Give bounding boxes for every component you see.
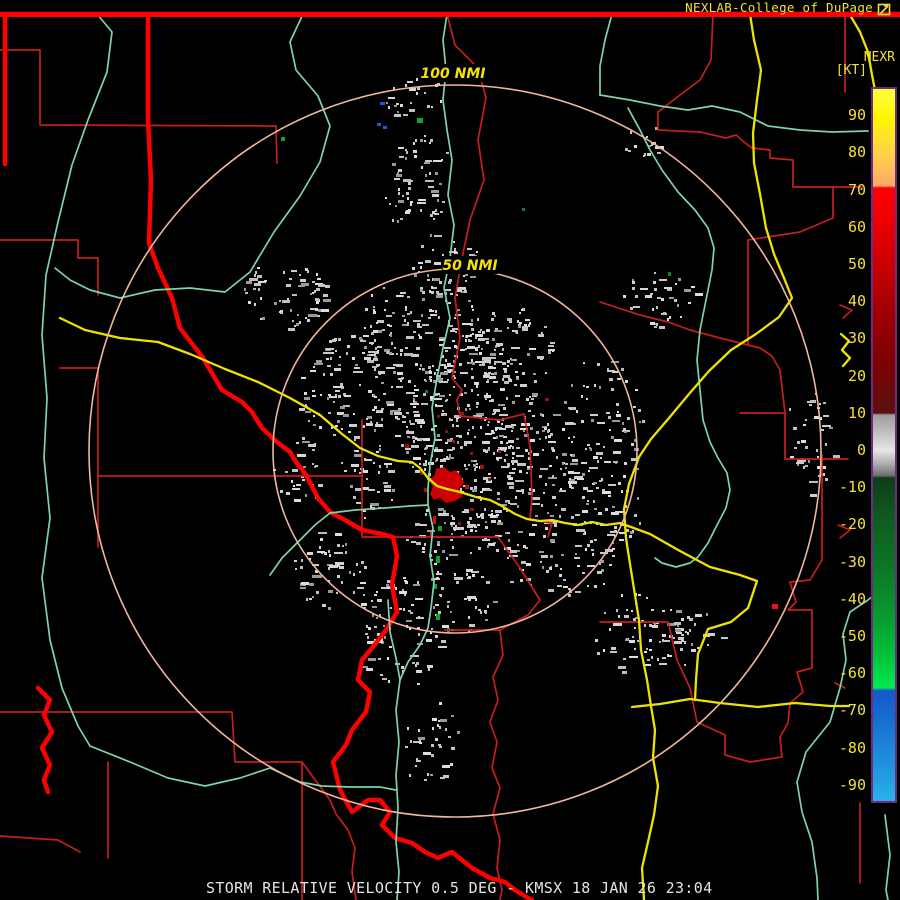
radar-map: 100 NMI 50 NMI <box>0 11 900 900</box>
colorbar-tick-20: 20 <box>847 366 866 385</box>
box-diagonal-icon[interactable] <box>877 1 891 20</box>
range-ring-100-NMI <box>88 84 822 818</box>
colorbar-tick-80: 80 <box>847 143 866 162</box>
colorbar-tick--20: -20 <box>838 515 866 534</box>
colorbar-tick-60: 60 <box>847 217 866 236</box>
colorbar-tick--90: -90 <box>838 775 866 794</box>
colorbar-tick-0: 0 <box>856 441 866 459</box>
colorbar-tick-90: 90 <box>847 106 866 125</box>
colorbar-tick--60: -60 <box>838 664 866 683</box>
colorbar-tick--50: -50 <box>838 627 866 645</box>
highways <box>58 12 878 900</box>
rivers <box>41 13 891 900</box>
colorbar-tick-70: 70 <box>847 180 866 199</box>
radar-echoes <box>244 78 840 781</box>
status-bar-text: STORM RELATIVE VELOCITY 0.5 DEG - KMSX 1… <box>206 879 713 897</box>
radar-screen: 100 NMI 50 NMI NEXLAB-College of DuPage N… <box>0 0 900 900</box>
colorbar-tick-10: 10 <box>847 403 866 422</box>
colorbar-tick-50: 50 <box>847 255 866 273</box>
app-title[interactable]: NEXLAB-College of DuPage <box>685 0 873 15</box>
velocity-colorbar <box>871 87 897 803</box>
range-ring-label: 100 NMI <box>421 66 486 82</box>
colorbar-tick--70: -70 <box>838 701 866 720</box>
colorbar-tick-30: 30 <box>847 329 866 348</box>
colorbar-tick--80: -80 <box>838 738 866 757</box>
range-ring-label: 50 NMI <box>442 258 497 274</box>
colorbar-tick-40: 40 <box>847 292 866 311</box>
colorbar-tick--40: -40 <box>838 589 866 608</box>
colorbar-unit-label: [KT] <box>835 63 867 78</box>
colorbar-tick--10: -10 <box>838 478 866 497</box>
colorbar-tick--30: -30 <box>838 552 866 571</box>
colorbar-product-label: NEXR <box>863 50 895 65</box>
